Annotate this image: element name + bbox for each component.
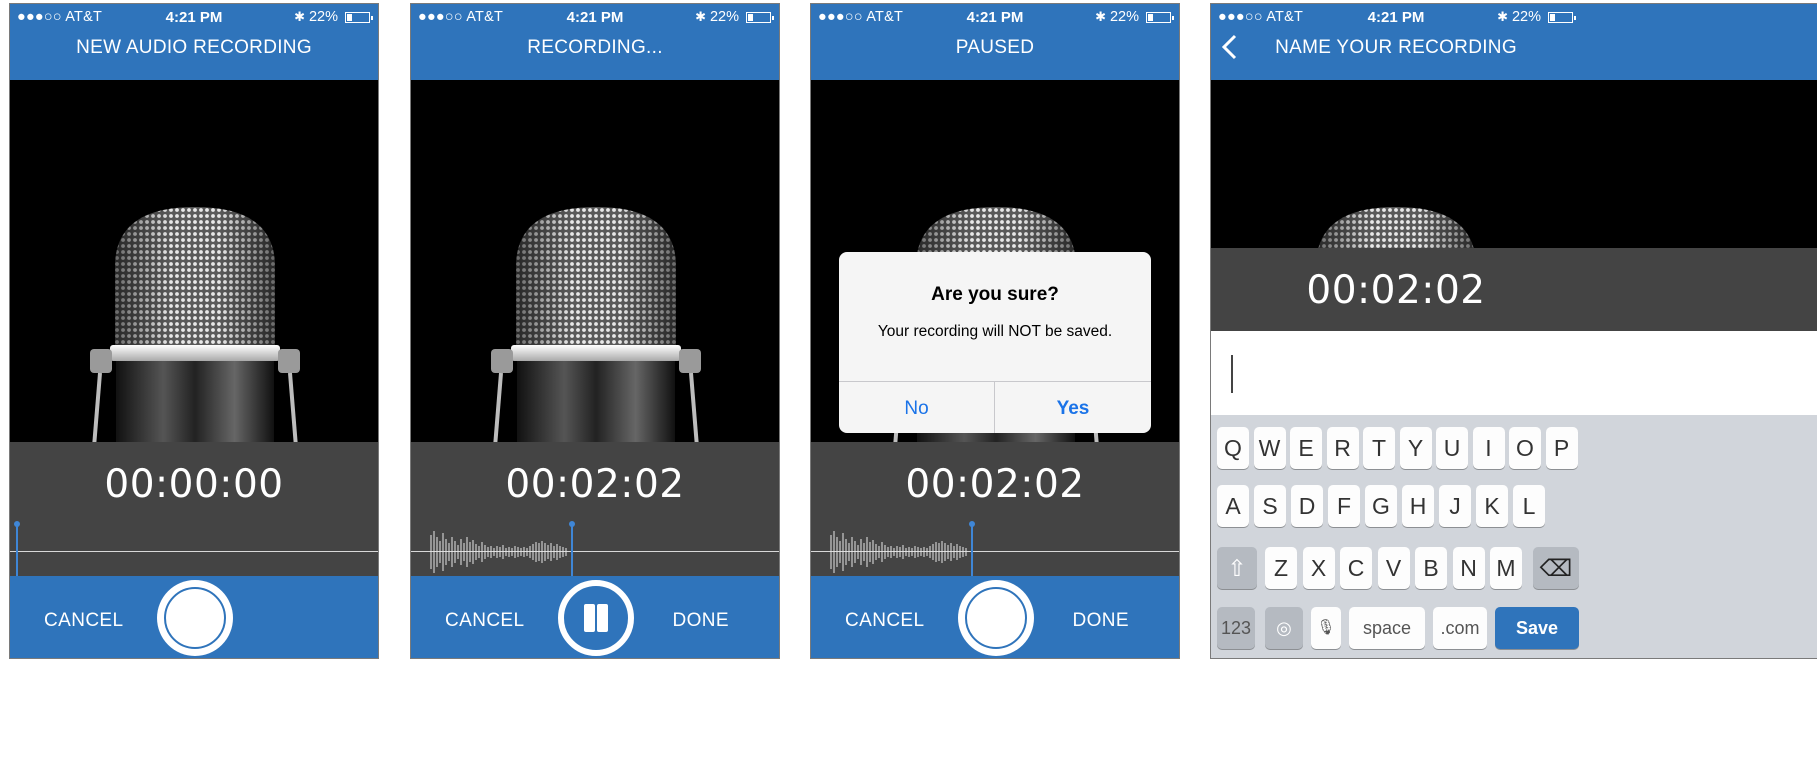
save-button[interactable]: Save — [1495, 607, 1579, 649]
key-j[interactable]: J — [1439, 485, 1471, 527]
space-key[interactable]: space — [1349, 607, 1425, 649]
timer-panel: 00:00:00 — [10, 442, 378, 576]
playhead-cursor[interactable] — [569, 521, 575, 576]
key-n[interactable]: N — [1452, 547, 1485, 589]
key-p[interactable]: P — [1545, 427, 1578, 469]
page-title: PAUSED — [955, 37, 1035, 58]
bluetooth-icon: ✱ — [695, 9, 706, 24]
microphone-image — [90, 207, 300, 442]
keyboard: Q W E R T Y U I O P A S D F G H J K L ⇧ Z X C V B N M ⌫ 123 ◎ 🎙 space .c… — [1211, 415, 1817, 658]
battery-icon — [345, 11, 373, 23]
page-title: RECORDING... — [527, 37, 663, 58]
microphone-stage — [1211, 80, 1817, 248]
waveform-baseline — [10, 551, 378, 552]
battery-icon — [1146, 11, 1174, 23]
key-h[interactable]: H — [1402, 485, 1434, 527]
confirm-dialog: Are you sure? Your recording will NOT be… — [839, 252, 1151, 433]
done-button[interactable]: DONE — [673, 610, 730, 632]
numbers-key[interactable]: 123 — [1217, 607, 1255, 649]
no-button[interactable]: No — [839, 398, 994, 420]
microphone-image — [491, 207, 701, 442]
key-a[interactable]: A — [1217, 485, 1249, 527]
header-bar: ●●●○○ AT&T 4:21 PM ✱ 22% RECORDING... — [411, 4, 779, 80]
key-x[interactable]: X — [1302, 547, 1335, 589]
key-u[interactable]: U — [1436, 427, 1468, 469]
header-bar: ●●●○○ AT&T 4:21 PM ✱ 22% NAME YOUR RECORD… — [1211, 4, 1817, 80]
timer-panel: 00:02:02 — [1211, 248, 1817, 331]
page-title: NAME YOUR RECORDING — [1275, 37, 1517, 58]
header-bar: ●●●○○ AT&T 4:21 PM ✱ 22% NEW AUDIO RECORD… — [10, 4, 378, 80]
key-r[interactable]: R — [1326, 427, 1359, 469]
microphone-stage — [10, 80, 378, 442]
record-button[interactable] — [157, 580, 233, 656]
shift-icon[interactable]: ⇧ — [1217, 547, 1257, 589]
battery-percent: 22% — [709, 9, 739, 25]
audio-waveform — [429, 527, 569, 577]
battery-icon — [1548, 11, 1576, 23]
playhead-cursor[interactable] — [14, 521, 20, 576]
key-i[interactable]: I — [1472, 427, 1505, 469]
status-bar: ●●●○○ AT&T 4:21 PM ✱ 22% — [811, 9, 1179, 27]
key-o[interactable]: O — [1509, 427, 1541, 469]
key-e[interactable]: E — [1290, 427, 1322, 469]
key-v[interactable]: V — [1377, 547, 1410, 589]
microphone-image — [1291, 207, 1501, 248]
recording-timer: 00:00:00 — [104, 462, 284, 507]
battery-icon — [746, 11, 774, 23]
dialog-divider — [839, 381, 1151, 382]
key-y[interactable]: Y — [1399, 427, 1432, 469]
microphone-stage — [411, 80, 779, 442]
cancel-button[interactable]: CANCEL — [445, 610, 524, 632]
phone-screen-recording: ●●●○○ AT&T 4:21 PM ✱ 22% RECORDING... 00:… — [410, 3, 780, 659]
pause-button[interactable] — [558, 580, 634, 656]
key-g[interactable]: G — [1365, 485, 1397, 527]
key-f[interactable]: F — [1328, 485, 1360, 527]
key-t[interactable]: T — [1363, 427, 1395, 469]
dialog-title: Are you sure? — [931, 284, 1059, 305]
key-b[interactable]: B — [1415, 547, 1447, 589]
phone-screen-name-recording: ●●●○○ AT&T 4:21 PM ✱ 22% NAME YOUR RECORD… — [1210, 3, 1817, 659]
controls-bar: CANCEL DONE — [411, 576, 779, 658]
globe-icon[interactable]: ◎ — [1265, 607, 1303, 649]
dictation-icon[interactable]: 🎙 — [1311, 607, 1341, 649]
phone-screen-paused: ●●●○○ AT&T 4:21 PM ✱ 22% PAUSED 00:02:02 … — [810, 3, 1180, 659]
key-k[interactable]: K — [1476, 485, 1508, 527]
header-bar: ●●●○○ AT&T 4:21 PM ✱ 22% PAUSED — [811, 4, 1179, 80]
timer-panel: 00:02:02 — [411, 442, 779, 576]
key-z[interactable]: Z — [1265, 547, 1297, 589]
dotcom-key[interactable]: .com — [1433, 607, 1487, 649]
key-l[interactable]: L — [1513, 485, 1545, 527]
bluetooth-icon: ✱ — [1497, 9, 1508, 24]
key-w[interactable]: W — [1253, 427, 1286, 469]
dialog-message: Your recording will NOT be saved. — [877, 323, 1113, 340]
status-bar: ●●●○○ AT&T 4:21 PM ✱ 22% — [411, 9, 779, 27]
battery-percent: 22% — [1511, 9, 1541, 25]
controls-bar: CANCEL — [10, 576, 378, 658]
recording-timer: 00:02:02 — [1306, 268, 1486, 313]
delete-icon[interactable]: ⌫ — [1533, 547, 1579, 589]
key-q[interactable]: Q — [1217, 427, 1249, 469]
text-caret — [1231, 355, 1233, 393]
phone-screen-new-recording: ●●●○○ AT&T 4:21 PM ✱ 22% NEW AUDIO RECORD… — [9, 3, 379, 659]
recording-timer: 00:02:02 — [505, 462, 685, 507]
battery-percent: 22% — [1109, 9, 1139, 25]
key-d[interactable]: D — [1291, 485, 1323, 527]
key-s[interactable]: S — [1254, 485, 1286, 527]
cancel-button[interactable]: CANCEL — [44, 610, 123, 632]
key-c[interactable]: C — [1340, 547, 1372, 589]
battery-percent: 22% — [308, 9, 338, 25]
status-bar: ●●●○○ AT&T 4:21 PM ✱ 22% — [10, 9, 378, 27]
key-m[interactable]: M — [1490, 547, 1522, 589]
pause-icon — [584, 604, 595, 632]
bluetooth-icon: ✱ — [1095, 9, 1106, 24]
status-bar: ●●●○○ AT&T 4:21 PM ✱ 22% — [1211, 9, 1581, 27]
recording-name-input[interactable] — [1211, 331, 1817, 415]
yes-button[interactable]: Yes — [995, 398, 1151, 420]
page-title: NEW AUDIO RECORDING — [76, 37, 312, 58]
bluetooth-icon: ✱ — [294, 9, 305, 24]
